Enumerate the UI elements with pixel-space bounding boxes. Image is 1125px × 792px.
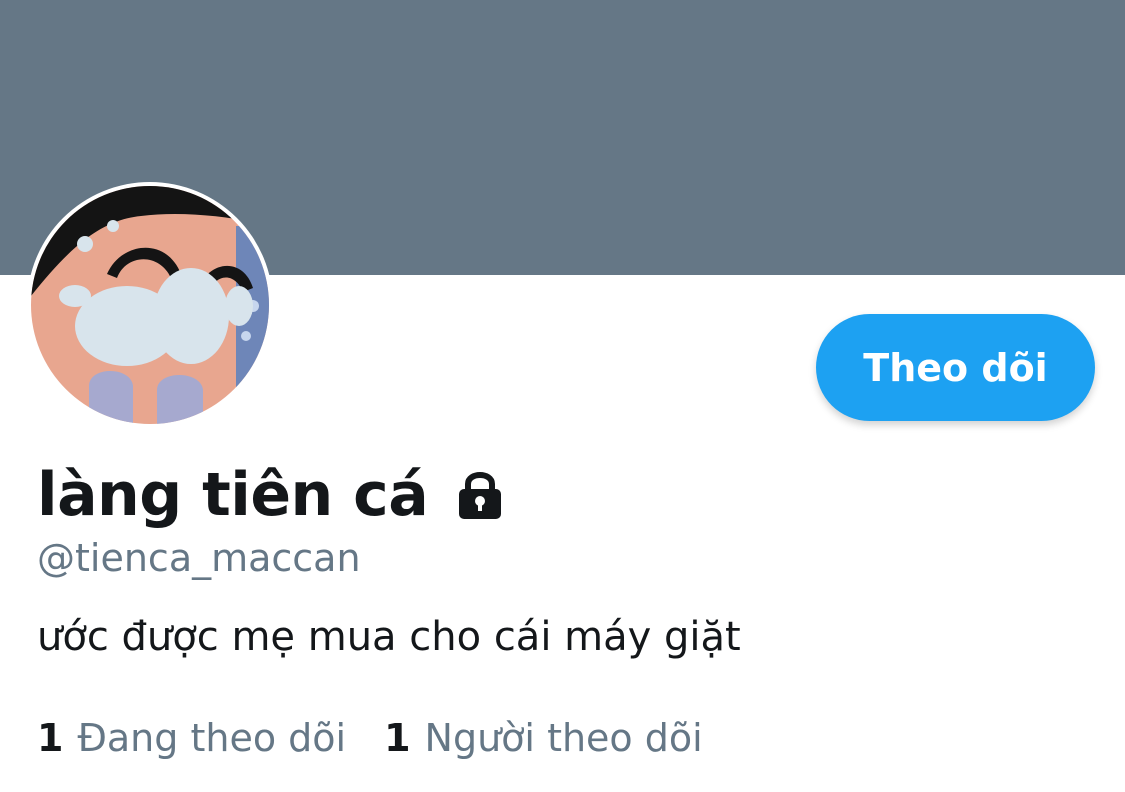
followers-count: 1 [384,716,411,760]
profile-display-name: làng tiên cá [37,460,429,530]
profile-bio: ước được mẹ mua cho cái máy giặt [37,614,741,660]
following-link[interactable]: 1 Đang theo dõi [37,713,346,763]
following-label: Đang theo dõi [77,716,347,760]
followers-label: Người theo dõi [424,716,703,760]
avatar-image [31,186,269,424]
follow-button[interactable]: Theo dõi [816,314,1095,421]
followers-link[interactable]: 1 Người theo dõi [384,713,703,763]
profile-avatar[interactable] [27,182,273,428]
profile-name-row: làng tiên cá [37,458,504,532]
profile-stats: 1 Đang theo dõi 1 Người theo dõi [37,713,703,763]
lock-icon [456,469,504,521]
following-count: 1 [37,716,64,760]
profile-handle: @tienca_maccan [37,536,361,580]
